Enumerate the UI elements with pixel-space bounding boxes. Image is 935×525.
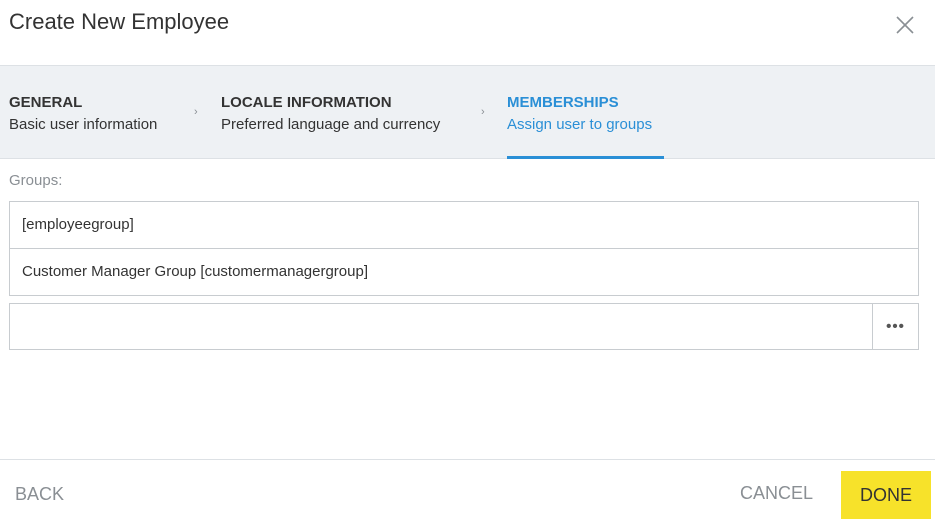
- step-subtitle: Assign user to groups: [507, 116, 653, 133]
- group-item[interactable]: [employeegroup]: [10, 202, 918, 249]
- step-title: MEMBERSHIPS: [507, 94, 619, 111]
- step-memberships[interactable]: MEMBERSHIPS Assign user to groups: [507, 66, 664, 159]
- dialog-footer: BACK CANCEL DONE: [0, 459, 935, 525]
- wizard-steps: GENERAL Basic user information › LOCALE …: [0, 65, 935, 159]
- group-input[interactable]: [10, 304, 872, 349]
- step-general[interactable]: GENERAL Basic user information: [9, 66, 179, 158]
- create-employee-dialog: Create New Employee GENERAL Basic user i…: [0, 0, 935, 525]
- cancel-button[interactable]: CANCEL: [740, 483, 813, 504]
- groups-list: [employeegroup] Customer Manager Group […: [9, 201, 919, 296]
- ellipsis-icon: •••: [886, 318, 905, 335]
- group-search-field: •••: [9, 303, 919, 350]
- dialog-header: Create New Employee: [0, 0, 935, 65]
- active-step-indicator: [507, 156, 664, 159]
- group-item[interactable]: Customer Manager Group [customermanagerg…: [10, 249, 918, 296]
- groups-label: Groups:: [9, 172, 63, 189]
- step-title: GENERAL: [9, 94, 83, 111]
- close-button[interactable]: [892, 12, 918, 38]
- back-button[interactable]: BACK: [15, 484, 64, 505]
- browse-groups-button[interactable]: •••: [872, 304, 918, 349]
- step-locale-information[interactable]: LOCALE INFORMATION Preferred language an…: [221, 66, 466, 158]
- chevron-right-icon: ›: [194, 106, 198, 118]
- step-subtitle: Preferred language and currency: [221, 116, 441, 133]
- done-button[interactable]: DONE: [841, 471, 931, 519]
- dialog-title: Create New Employee: [9, 9, 230, 34]
- close-icon: [896, 16, 914, 34]
- step-title: LOCALE INFORMATION: [221, 94, 392, 111]
- step-subtitle: Basic user information: [9, 116, 158, 133]
- chevron-right-icon: ›: [481, 106, 485, 118]
